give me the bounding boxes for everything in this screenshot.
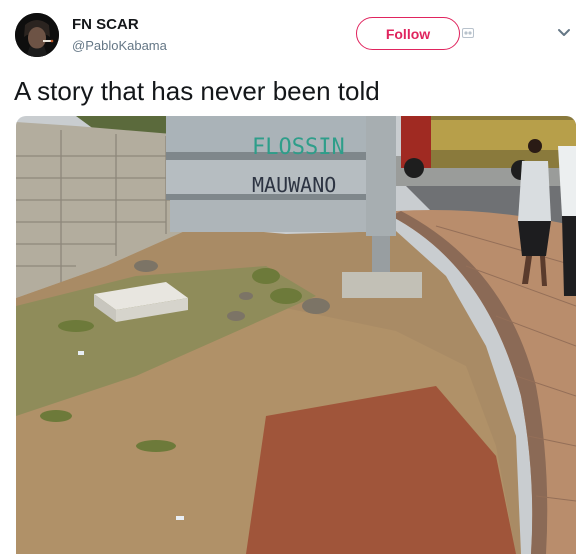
display-name[interactable]: FN SCAR (72, 16, 139, 33)
tweet-text: A story that has never been told (14, 76, 380, 106)
photo-scene: FLOSSIN MAUWANO (16, 116, 576, 554)
sign-graffiti-line2: MAUWANO (252, 173, 336, 197)
user-handle[interactable]: @PabloKabama (72, 38, 167, 53)
chevron-down-icon[interactable] (557, 28, 571, 38)
follow-button[interactable]: Follow (356, 17, 460, 50)
sign-graffiti-line1: FLOSSIN (252, 135, 345, 160)
avatar-image (15, 13, 59, 57)
photo-badge-icon (462, 28, 474, 38)
tweet-photo[interactable]: FLOSSIN MAUWANO (16, 116, 576, 554)
avatar[interactable] (15, 13, 59, 57)
